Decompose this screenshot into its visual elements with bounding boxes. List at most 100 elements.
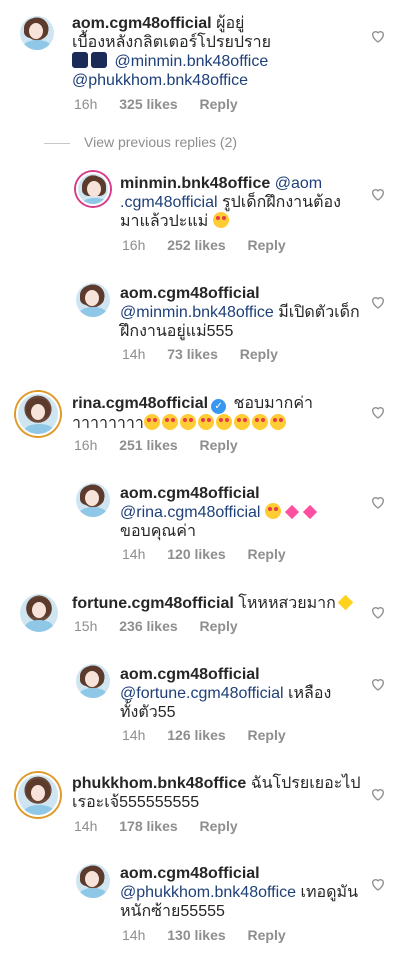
emoji-icon: [251, 414, 268, 430]
reply-button[interactable]: Reply: [200, 96, 238, 112]
comment-text: aom.cgm48official @phukkhom.bnk48office …: [120, 864, 360, 921]
mention-link[interactable]: .cgm48official: [120, 194, 218, 211]
likes-count[interactable]: 252 likes: [167, 237, 225, 253]
comment-meta: 14h 130 likes Reply: [122, 927, 304, 943]
emoji-icon: [215, 414, 232, 430]
timestamp: 16h: [122, 237, 146, 253]
heart-icon[interactable]: [370, 676, 386, 692]
view-previous-replies[interactable]: View previous replies (2): [84, 134, 237, 150]
mention-link[interactable]: @phukkhom.bnk48office: [72, 72, 248, 89]
likes-count[interactable]: 73 likes: [167, 346, 218, 362]
comment-text: aom.cgm48official @fortune.cgm48official…: [120, 665, 360, 722]
avatar[interactable]: [20, 594, 58, 632]
comment-text: rina.cgm48official ✓ ชอบมากค่า าาาาาาาา: [72, 394, 372, 433]
username[interactable]: aom.cgm48official: [120, 666, 260, 683]
comment-body: เรอะเจ้555555555: [72, 794, 200, 811]
reply-button[interactable]: Reply: [248, 237, 286, 253]
comment-text: phukkhom.bnk48office ฉันโปรยเยอะไป เรอะเ…: [72, 774, 372, 812]
comment-body: ผู้อยู่: [216, 15, 245, 32]
avatar[interactable]: [76, 664, 110, 698]
comment-body: มีเปิดตัวเด็ก: [273, 304, 360, 321]
avatar[interactable]: [16, 773, 60, 817]
emoji-icon: [269, 414, 286, 430]
mention-link[interactable]: @fortune.cgm48official: [120, 685, 284, 702]
comment-body: มาแล้วปะแม่: [120, 213, 209, 230]
mention-link[interactable]: @phukkhom.bnk48office: [120, 884, 296, 901]
comment-meta: 14h 120 likes Reply: [122, 546, 304, 562]
likes-count[interactable]: 325 likes: [119, 96, 177, 112]
comment-body: ฝึกงานอยู่แม่555: [120, 323, 234, 340]
night-icon: [91, 52, 107, 68]
comment-body: ฉันโปรยเยอะไป: [246, 775, 361, 792]
emoji-icon: [264, 503, 281, 519]
heart-icon[interactable]: [370, 494, 386, 510]
heart-icon[interactable]: [370, 604, 386, 620]
avatar[interactable]: [16, 392, 60, 436]
timestamp: 15h: [74, 618, 98, 634]
comment-text: minmin.bnk48office @aom .cgm48official ร…: [120, 174, 360, 231]
heart-icon[interactable]: [370, 186, 386, 202]
emoji-icon: [212, 212, 229, 228]
mention-link[interactable]: @aom: [275, 175, 322, 192]
comment-meta: 15h 236 likes Reply: [74, 618, 256, 634]
username[interactable]: fortune.cgm48official: [72, 595, 234, 612]
night-icon: [72, 52, 88, 68]
comment-meta: 16h 251 likes Reply: [74, 437, 256, 453]
reply-button[interactable]: Reply: [248, 927, 286, 943]
heart-icon[interactable]: [370, 876, 386, 892]
likes-count[interactable]: 236 likes: [119, 618, 177, 634]
comment-meta: 16h 325 likes Reply: [74, 96, 256, 112]
mention-link[interactable]: @rina.cgm48official: [120, 504, 260, 521]
timestamp: 14h: [122, 546, 146, 562]
mention-link[interactable]: @minmin.bnk48office: [114, 53, 268, 70]
likes-count[interactable]: 130 likes: [167, 927, 225, 943]
heart-icon[interactable]: [370, 404, 386, 420]
comment-text: aom.cgm48official @minmin.bnk48office มี…: [120, 284, 360, 341]
likes-count[interactable]: 178 likes: [119, 818, 177, 834]
comment-body: รูปเด็กฝึกงานต้อง: [217, 194, 341, 211]
heart-icon[interactable]: [370, 786, 386, 802]
comment-body: ขอบคุณค่า: [120, 523, 196, 540]
timestamp: 14h: [122, 927, 146, 943]
comment-text: aom.cgm48official @rina.cgm48official ขอ…: [120, 484, 360, 541]
comment-body: เทอดูมัน: [296, 884, 359, 901]
username[interactable]: aom.cgm48official: [120, 865, 260, 882]
timestamp: 14h: [74, 818, 98, 834]
comment-body: เบื้องหลังกลิตเตอร์โปรยปราย: [72, 34, 271, 51]
username[interactable]: minmin.bnk48office: [120, 175, 270, 192]
emoji-icon: [233, 414, 250, 430]
timestamp: 16h: [74, 96, 98, 112]
emoji-icon: [179, 414, 196, 430]
reply-button[interactable]: Reply: [248, 546, 286, 562]
likes-count[interactable]: 251 likes: [119, 437, 177, 453]
avatar[interactable]: [76, 864, 110, 898]
comment-body: ทั้งตัว55: [120, 704, 176, 721]
pink-heart-icon: [302, 504, 317, 520]
username[interactable]: aom.cgm48official: [120, 285, 260, 302]
username[interactable]: phukkhom.bnk48office: [72, 775, 246, 792]
pink-heart-icon: [284, 504, 299, 520]
username[interactable]: aom.cgm48official: [72, 15, 212, 32]
comment-body: าาาาาาาา: [72, 415, 144, 432]
comment-body: เหลือง: [283, 685, 332, 702]
likes-count[interactable]: 120 likes: [167, 546, 225, 562]
avatar[interactable]: [76, 283, 110, 317]
comment-body: โหหหสวยมาก: [233, 595, 336, 612]
avatar[interactable]: [20, 16, 54, 50]
avatar[interactable]: [76, 172, 110, 206]
mention-link[interactable]: @minmin.bnk48office: [120, 304, 274, 321]
reply-button[interactable]: Reply: [200, 437, 238, 453]
reply-button[interactable]: Reply: [200, 818, 238, 834]
heart-icon[interactable]: [370, 28, 386, 44]
heart-icon[interactable]: [370, 294, 386, 310]
reply-button[interactable]: Reply: [200, 618, 238, 634]
username[interactable]: aom.cgm48official: [120, 485, 260, 502]
username[interactable]: rina.cgm48official: [72, 395, 208, 412]
reply-button[interactable]: Reply: [240, 346, 278, 362]
verified-badge-icon: ✓: [211, 399, 227, 414]
avatar[interactable]: [76, 483, 110, 517]
reply-button[interactable]: Reply: [248, 727, 286, 743]
comment-meta: 14h 73 likes Reply: [122, 346, 296, 362]
timestamp: 16h: [74, 437, 98, 453]
likes-count[interactable]: 126 likes: [167, 727, 225, 743]
